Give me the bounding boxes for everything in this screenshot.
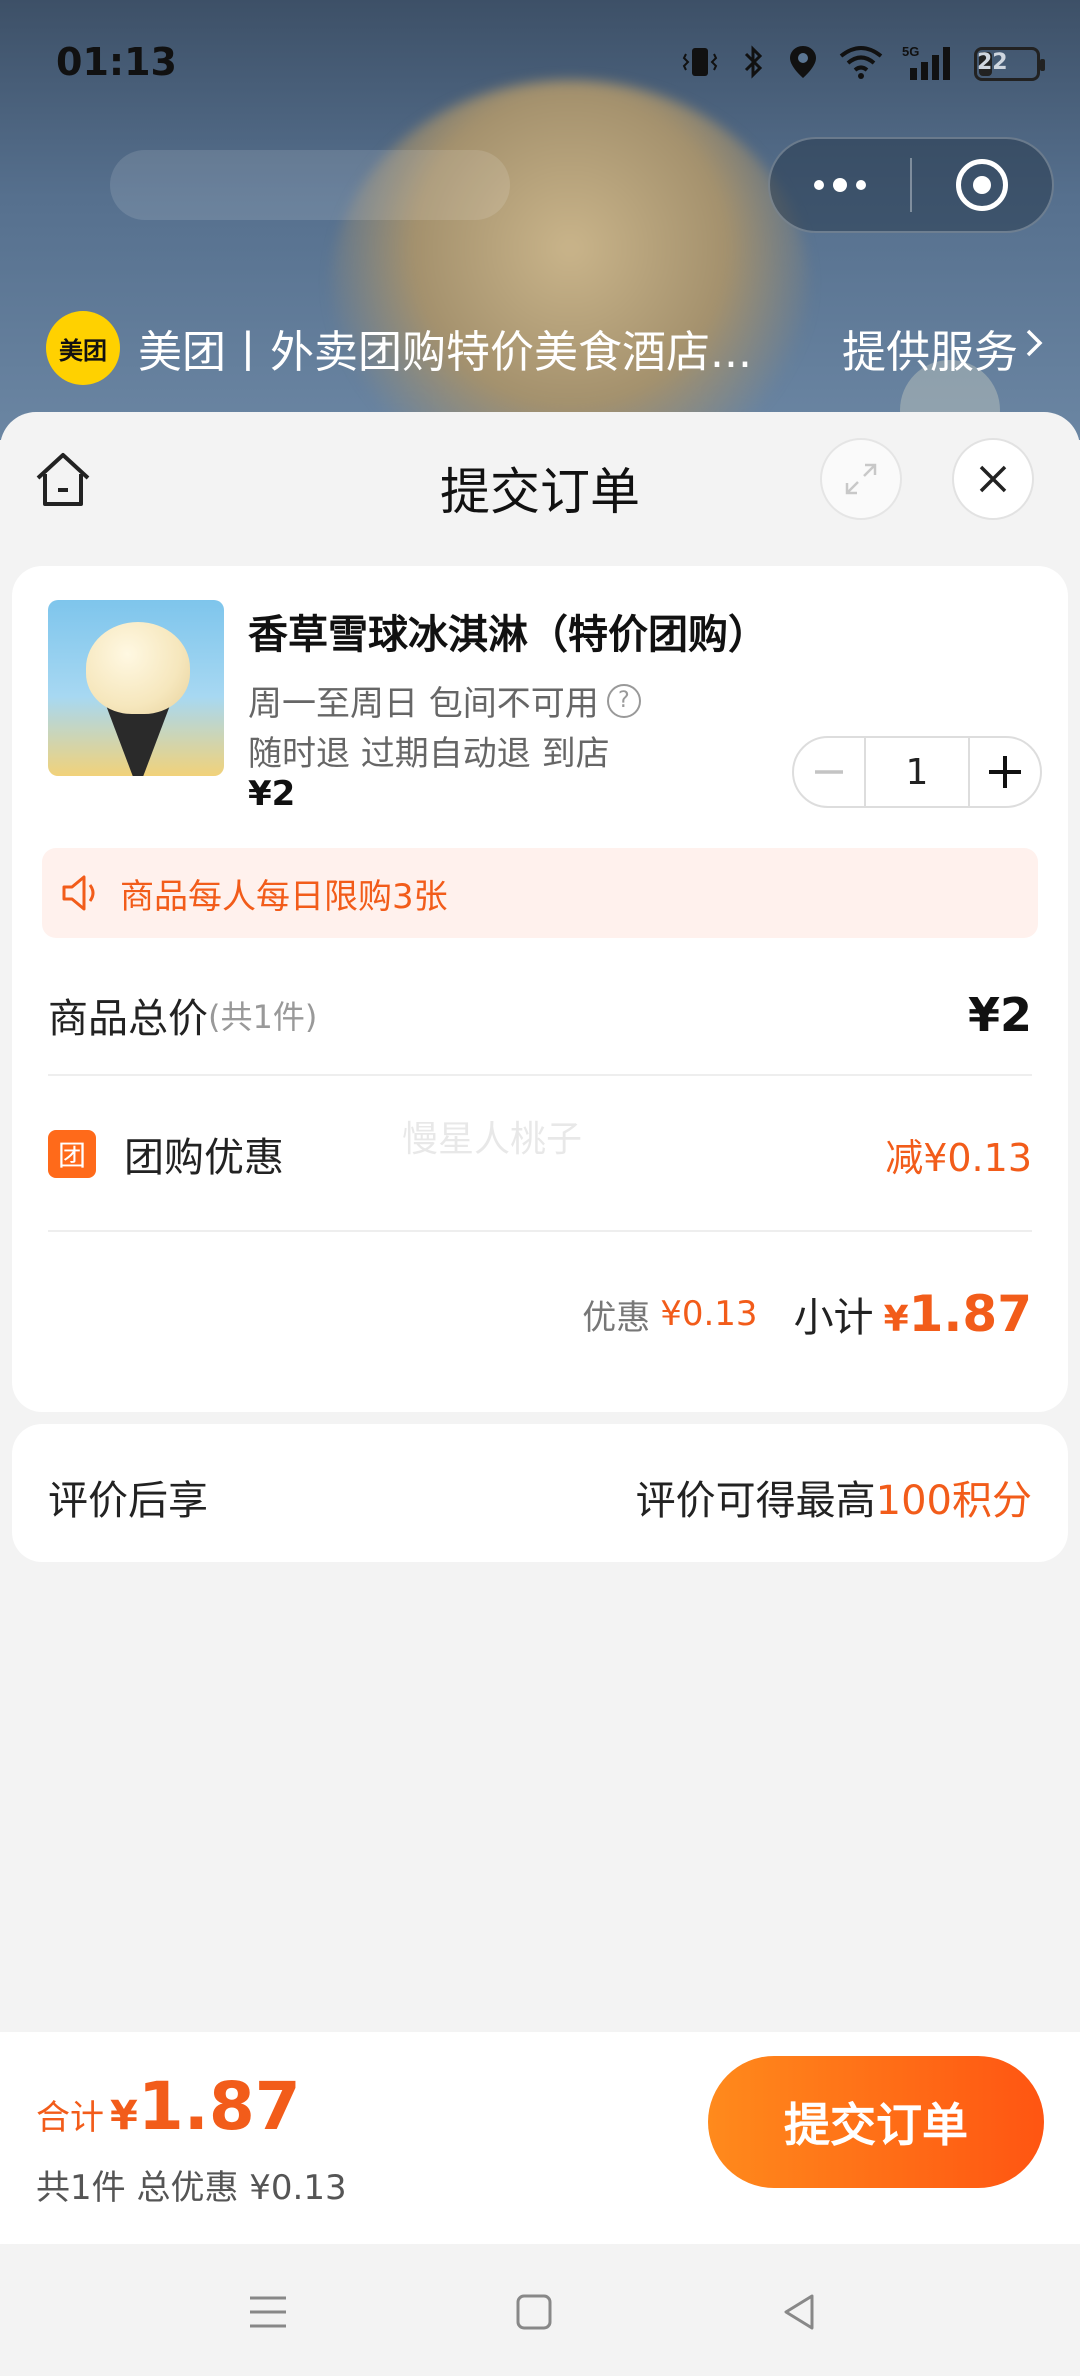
svg-text:5G: 5G: [902, 44, 919, 59]
goods-total-amount: ¥2: [967, 988, 1032, 1042]
grand-total-label: 合计: [36, 2098, 104, 2138]
close-icon: [979, 465, 1007, 493]
group-buy-badge: 团: [48, 1130, 96, 1178]
group-discount-amount: 减¥0.13: [885, 1135, 1032, 1180]
mini-program-capsule: [768, 137, 1054, 233]
target-icon: [956, 159, 1008, 211]
expand-button[interactable]: [820, 438, 902, 520]
background-ghost-pill: [110, 150, 510, 220]
status-time: 01:13: [56, 40, 177, 84]
increase-button[interactable]: [970, 738, 1040, 806]
review-reward-text: 评价可得最高100积分: [636, 1468, 1032, 1526]
product-price: ¥2: [248, 774, 296, 814]
battery-level: 22: [977, 50, 1008, 75]
order-sheet: 提交订单 香草雪球冰淇淋（特价团购） 周一至周日 包间不可用 ? 随时退 过期自…: [0, 412, 1080, 2032]
home-nav-button[interactable]: [506, 2284, 562, 2340]
menu-nav-button[interactable]: [240, 2284, 296, 2340]
system-nav-bar: [0, 2244, 1080, 2376]
more-options-button[interactable]: [770, 139, 910, 231]
minus-icon: [815, 770, 843, 774]
location-icon: [786, 42, 820, 86]
purchase-limit-notice: 商品每人每日限购3张: [42, 848, 1038, 938]
checkout-summary: 共1件 总优惠 ¥0.13: [36, 2168, 347, 2208]
review-label: 评价后享: [48, 1478, 208, 1524]
grand-total-currency: ¥: [110, 2093, 138, 2139]
page-title: 提交订单: [440, 463, 640, 521]
product-image[interactable]: [48, 600, 224, 776]
subtotal-currency: ¥: [883, 1299, 909, 1340]
background-product-blur: [330, 80, 810, 440]
more-dot-icon: [833, 178, 847, 192]
savings-amount: ¥0.13: [660, 1294, 758, 1334]
close-button[interactable]: [952, 438, 1034, 520]
expand-icon: [845, 463, 877, 495]
grand-total: 合计 ¥ 1.87: [36, 2068, 301, 2145]
more-dot-icon: [856, 180, 866, 190]
product-name: 香草雪球冰淇淋（特价团购）: [248, 612, 768, 658]
product-usage: 周一至周日 包间不可用 ?: [248, 676, 641, 725]
square-icon: [516, 2294, 552, 2330]
decrease-button[interactable]: [794, 738, 864, 806]
service-provider-link[interactable]: 提供服务: [842, 316, 1046, 380]
mini-program-title[interactable]: 美团丨外卖团购特价美食酒店...: [138, 316, 778, 380]
status-bar: 01:13 5G 22: [0, 0, 1080, 120]
close-mini-program-button[interactable]: [912, 159, 1052, 211]
subtotal-row: 优惠 ¥0.13 小计 ¥1.87: [48, 1234, 1032, 1394]
checkout-bar: 合计 ¥ 1.87 共1件 总优惠 ¥0.13 提交订单: [0, 2032, 1080, 2244]
group-discount-row: 团 团购优惠 减¥0.13: [48, 1078, 1032, 1232]
savings-label: 优惠: [582, 1297, 651, 1338]
more-dot-icon: [814, 180, 824, 190]
goods-total-label: 商品总价: [48, 996, 208, 1042]
speaker-icon: [62, 875, 95, 911]
back-triangle-icon: [784, 2294, 814, 2330]
back-nav-button[interactable]: [772, 2284, 828, 2340]
signal-5g-icon: 5G: [902, 42, 956, 86]
product-refund-policy: 随时退 过期自动退 到店: [248, 734, 610, 774]
subtotal-label: 小计: [793, 1295, 874, 1341]
review-desc: 评价可得最高: [635, 1478, 876, 1524]
goods-total-row: 商品总价 (共1件) ¥2: [48, 956, 1032, 1076]
quantity-stepper: 1: [792, 736, 1042, 808]
help-icon[interactable]: ?: [606, 683, 641, 718]
review-reward-card[interactable]: 评价后享 评价可得最高100积分: [12, 1424, 1068, 1562]
subtotal-amount: ¥1.87: [884, 1285, 1032, 1343]
grand-total-amount: 1.87: [137, 2068, 301, 2145]
order-card: 香草雪球冰淇淋（特价团购） 周一至周日 包间不可用 ? 随时退 过期自动退 到店…: [12, 566, 1068, 1412]
plus-icon: [989, 756, 1021, 788]
notice-text: 商品每人每日限购3张: [120, 876, 448, 917]
subtotal-value: 1.87: [908, 1285, 1032, 1343]
quantity-value[interactable]: 1: [864, 738, 970, 806]
meituan-logo: 美团: [46, 311, 120, 385]
submit-order-button[interactable]: 提交订单: [708, 2056, 1044, 2188]
service-label: 提供服务: [842, 327, 1018, 378]
vibrate-icon: [680, 42, 720, 86]
chevron-right-icon: [1024, 323, 1046, 374]
battery-icon: 22: [974, 47, 1045, 81]
bluetooth-icon: [738, 42, 768, 86]
usage-text: 周一至周日 包间不可用: [248, 684, 599, 724]
review-points: 100积分: [875, 1478, 1032, 1524]
status-icons: 5G 22: [680, 42, 1045, 86]
menu-icon: [250, 2296, 286, 2328]
goods-count: (共1件): [208, 998, 318, 1036]
group-discount-label: 团购优惠: [124, 1135, 284, 1181]
mini-program-info: 美团 美团丨外卖团购特价美食酒店... 提供服务: [46, 310, 1046, 386]
sheet-header: 提交订单: [0, 412, 1080, 552]
wifi-icon: [838, 42, 884, 86]
